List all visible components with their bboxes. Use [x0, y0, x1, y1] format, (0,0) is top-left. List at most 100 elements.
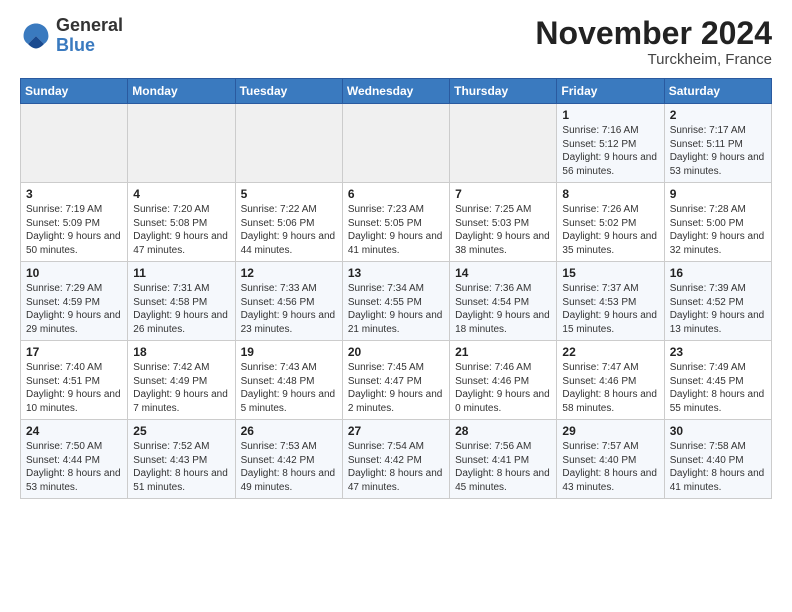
weekday-header-friday: Friday — [557, 79, 664, 104]
calendar-cell: 10 Sunrise: 7:29 AM Sunset: 4:59 PM Dayli… — [21, 262, 128, 341]
day-number: 5 — [241, 187, 337, 201]
calendar-table: SundayMondayTuesdayWednesdayThursdayFrid… — [20, 78, 772, 499]
day-info: Sunrise: 7:36 AM Sunset: 4:54 PM Dayligh… — [455, 282, 551, 336]
day-info: Sunrise: 7:46 AM Sunset: 4:46 PM Dayligh… — [455, 361, 551, 415]
day-info: Sunrise: 7:40 AM Sunset: 4:51 PM Dayligh… — [26, 361, 122, 415]
logo-icon — [20, 20, 52, 52]
calendar-cell: 18Sunrise: 7:42 AM Sunset: 4:49 PM Dayli… — [128, 341, 235, 420]
day-info: Sunrise: 7:37 AM Sunset: 4:53 PM Dayligh… — [562, 282, 658, 336]
day-number: 15 — [562, 266, 658, 280]
calendar-cell: 28 Sunrise: 7:56 AM Sunset: 4:41 PM Dayli… — [450, 420, 557, 499]
logo-text: General Blue — [56, 16, 123, 56]
day-number: 13 — [348, 266, 444, 280]
calendar-cell — [450, 104, 557, 183]
day-number: 8 — [562, 187, 658, 201]
calendar-cell: 26 Sunrise: 7:53 AM Sunset: 4:42 PM Dayli… — [235, 420, 342, 499]
day-number: 23 — [670, 345, 766, 359]
day-number: 7 — [455, 187, 551, 201]
calendar-cell: 23 Sunrise: 7:49 AM Sunset: 4:45 PM Dayli… — [664, 341, 771, 420]
calendar-cell: 22Sunrise: 7:47 AM Sunset: 4:46 PM Dayli… — [557, 341, 664, 420]
day-number: 3 — [26, 187, 122, 201]
logo-blue: Blue — [56, 35, 95, 55]
calendar-cell: 25Sunrise: 7:52 AM Sunset: 4:43 PM Dayli… — [128, 420, 235, 499]
day-info: Sunrise: 7:25 AM Sunset: 5:03 PM Dayligh… — [455, 203, 551, 257]
calendar-cell: 2 Sunrise: 7:17 AM Sunset: 5:11 PM Daylig… — [664, 104, 771, 183]
day-number: 10 — [26, 266, 122, 280]
month-title: November 2024 — [535, 16, 772, 51]
calendar-cell: 12 Sunrise: 7:33 AM Sunset: 4:56 PM Dayli… — [235, 262, 342, 341]
calendar-cell: 9 Sunrise: 7:28 AM Sunset: 5:00 PM Daylig… — [664, 183, 771, 262]
day-number: 28 — [455, 424, 551, 438]
day-number: 29 — [562, 424, 658, 438]
day-number: 16 — [670, 266, 766, 280]
day-number: 24 — [26, 424, 122, 438]
weekday-header-row: SundayMondayTuesdayWednesdayThursdayFrid… — [21, 79, 772, 104]
page: General Blue November 2024 Turckheim, Fr… — [0, 0, 792, 509]
calendar-cell: 6 Sunrise: 7:23 AM Sunset: 5:05 PM Daylig… — [342, 183, 449, 262]
day-info: Sunrise: 7:29 AM Sunset: 4:59 PM Dayligh… — [26, 282, 122, 336]
day-number: 30 — [670, 424, 766, 438]
day-number: 9 — [670, 187, 766, 201]
header: General Blue November 2024 Turckheim, Fr… — [20, 16, 772, 68]
day-info: Sunrise: 7:17 AM Sunset: 5:11 PM Dayligh… — [670, 124, 766, 178]
weekday-header-thursday: Thursday — [450, 79, 557, 104]
day-info: Sunrise: 7:28 AM Sunset: 5:00 PM Dayligh… — [670, 203, 766, 257]
day-number: 26 — [241, 424, 337, 438]
day-info: Sunrise: 7:49 AM Sunset: 4:45 PM Dayligh… — [670, 361, 766, 415]
day-info: Sunrise: 7:19 AM Sunset: 5:09 PM Dayligh… — [26, 203, 122, 257]
day-number: 14 — [455, 266, 551, 280]
calendar-cell: 24Sunrise: 7:50 AM Sunset: 4:44 PM Dayli… — [21, 420, 128, 499]
logo-general: General — [56, 15, 123, 35]
calendar-cell: 1Sunrise: 7:16 AM Sunset: 5:12 PM Daylig… — [557, 104, 664, 183]
calendar-cell: 16 Sunrise: 7:39 AM Sunset: 4:52 PM Dayli… — [664, 262, 771, 341]
weekday-header-monday: Monday — [128, 79, 235, 104]
day-number: 25 — [133, 424, 229, 438]
calendar-cell — [235, 104, 342, 183]
day-number: 4 — [133, 187, 229, 201]
calendar-cell: 21Sunrise: 7:46 AM Sunset: 4:46 PM Dayli… — [450, 341, 557, 420]
calendar-cell: 30 Sunrise: 7:58 AM Sunset: 4:40 PM Dayli… — [664, 420, 771, 499]
calendar-week-5: 24Sunrise: 7:50 AM Sunset: 4:44 PM Dayli… — [21, 420, 772, 499]
day-number: 2 — [670, 108, 766, 122]
calendar-body: 1Sunrise: 7:16 AM Sunset: 5:12 PM Daylig… — [21, 104, 772, 499]
day-info: Sunrise: 7:53 AM Sunset: 4:42 PM Dayligh… — [241, 440, 337, 494]
logo: General Blue — [20, 16, 123, 56]
calendar-cell — [21, 104, 128, 183]
day-number: 12 — [241, 266, 337, 280]
calendar-cell: 11Sunrise: 7:31 AM Sunset: 4:58 PM Dayli… — [128, 262, 235, 341]
calendar-cell: 8 Sunrise: 7:26 AM Sunset: 5:02 PM Daylig… — [557, 183, 664, 262]
day-info: Sunrise: 7:39 AM Sunset: 4:52 PM Dayligh… — [670, 282, 766, 336]
day-info: Sunrise: 7:58 AM Sunset: 4:40 PM Dayligh… — [670, 440, 766, 494]
calendar-cell: 29Sunrise: 7:57 AM Sunset: 4:40 PM Dayli… — [557, 420, 664, 499]
day-info: Sunrise: 7:33 AM Sunset: 4:56 PM Dayligh… — [241, 282, 337, 336]
day-number: 6 — [348, 187, 444, 201]
calendar-week-1: 1Sunrise: 7:16 AM Sunset: 5:12 PM Daylig… — [21, 104, 772, 183]
calendar-cell: 5 Sunrise: 7:22 AM Sunset: 5:06 PM Daylig… — [235, 183, 342, 262]
day-number: 27 — [348, 424, 444, 438]
calendar-week-4: 17 Sunrise: 7:40 AM Sunset: 4:51 PM Dayli… — [21, 341, 772, 420]
day-info: Sunrise: 7:43 AM Sunset: 4:48 PM Dayligh… — [241, 361, 337, 415]
weekday-header-wednesday: Wednesday — [342, 79, 449, 104]
calendar-week-3: 10 Sunrise: 7:29 AM Sunset: 4:59 PM Dayli… — [21, 262, 772, 341]
calendar-cell: 17 Sunrise: 7:40 AM Sunset: 4:51 PM Dayli… — [21, 341, 128, 420]
calendar-cell: 3 Sunrise: 7:19 AM Sunset: 5:09 PM Daylig… — [21, 183, 128, 262]
day-info: Sunrise: 7:22 AM Sunset: 5:06 PM Dayligh… — [241, 203, 337, 257]
day-number: 17 — [26, 345, 122, 359]
day-info: Sunrise: 7:56 AM Sunset: 4:41 PM Dayligh… — [455, 440, 551, 494]
day-number: 22 — [562, 345, 658, 359]
calendar-header: SundayMondayTuesdayWednesdayThursdayFrid… — [21, 79, 772, 104]
weekday-header-sunday: Sunday — [21, 79, 128, 104]
calendar-cell: 7 Sunrise: 7:25 AM Sunset: 5:03 PM Daylig… — [450, 183, 557, 262]
day-info: Sunrise: 7:23 AM Sunset: 5:05 PM Dayligh… — [348, 203, 444, 257]
calendar-cell: 15 Sunrise: 7:37 AM Sunset: 4:53 PM Dayli… — [557, 262, 664, 341]
calendar-cell: 4Sunrise: 7:20 AM Sunset: 5:08 PM Daylig… — [128, 183, 235, 262]
calendar-cell: 27 Sunrise: 7:54 AM Sunset: 4:42 PM Dayli… — [342, 420, 449, 499]
day-info: Sunrise: 7:31 AM Sunset: 4:58 PM Dayligh… — [133, 282, 229, 336]
day-info: Sunrise: 7:26 AM Sunset: 5:02 PM Dayligh… — [562, 203, 658, 257]
calendar-cell — [342, 104, 449, 183]
title-block: November 2024 Turckheim, France — [535, 16, 772, 68]
day-info: Sunrise: 7:54 AM Sunset: 4:42 PM Dayligh… — [348, 440, 444, 494]
day-info: Sunrise: 7:45 AM Sunset: 4:47 PM Dayligh… — [348, 361, 444, 415]
calendar-cell: 19Sunrise: 7:43 AM Sunset: 4:48 PM Dayli… — [235, 341, 342, 420]
day-info: Sunrise: 7:16 AM Sunset: 5:12 PM Dayligh… — [562, 124, 658, 178]
